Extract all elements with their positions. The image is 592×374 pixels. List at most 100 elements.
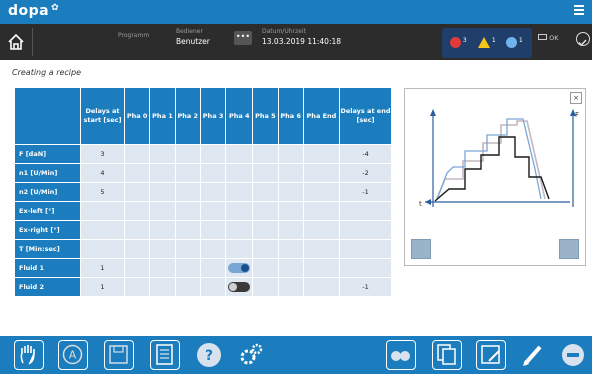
table-cell[interactable] — [174, 258, 201, 278]
zoom-in-icon[interactable] — [559, 239, 579, 259]
alarm-panel[interactable]: 3 1 1 — [442, 28, 532, 58]
table-cell[interactable] — [174, 277, 201, 297]
table-cell[interactable] — [339, 220, 392, 240]
info-alarm[interactable]: 1 — [506, 37, 523, 48]
table-cell[interactable]: -1 — [339, 182, 392, 202]
edit-pen-icon[interactable] — [518, 340, 548, 370]
table-cell[interactable] — [225, 144, 254, 164]
table-cell[interactable] — [225, 220, 254, 240]
table-cell[interactable] — [199, 220, 227, 240]
automatic-icon[interactable]: A — [58, 340, 88, 370]
table-cell[interactable]: -4 — [339, 144, 392, 164]
table-cell[interactable] — [174, 239, 201, 259]
stop-icon[interactable] — [558, 340, 588, 370]
table-cell[interactable] — [302, 182, 341, 202]
table-cell[interactable] — [225, 163, 254, 183]
table-cell[interactable] — [149, 144, 176, 164]
table-cell[interactable] — [174, 182, 201, 202]
error-alarm[interactable]: 3 — [450, 37, 467, 48]
table-cell[interactable] — [123, 220, 151, 240]
table-cell[interactable] — [252, 163, 279, 183]
table-cell[interactable] — [225, 182, 254, 202]
table-cell[interactable] — [302, 220, 341, 240]
table-cell[interactable]: 4 — [80, 163, 125, 183]
table-cell[interactable] — [149, 163, 176, 183]
table-cell[interactable] — [302, 277, 341, 297]
table-cell[interactable] — [123, 201, 151, 221]
table-cell[interactable]: 5 — [80, 182, 125, 202]
operator-more-button[interactable]: ••• — [234, 31, 252, 45]
table-cell[interactable] — [199, 277, 227, 297]
table-cell[interactable] — [123, 239, 151, 259]
save-as-icon[interactable] — [476, 340, 506, 370]
table-cell[interactable] — [252, 201, 279, 221]
table-cell[interactable]: -2 — [339, 163, 392, 183]
table-cell[interactable] — [174, 144, 201, 164]
table-cell[interactable] — [302, 163, 341, 183]
table-cell[interactable] — [174, 163, 201, 183]
zoom-out-icon[interactable] — [411, 239, 431, 259]
table-cell[interactable]: -1 — [339, 277, 392, 297]
help-icon[interactable]: ? — [194, 340, 224, 370]
table-cell[interactable] — [302, 239, 341, 259]
table-cell[interactable] — [277, 182, 304, 202]
table-cell[interactable] — [252, 220, 279, 240]
hamburger-menu-icon[interactable] — [574, 5, 584, 17]
copy-recipe-icon[interactable] — [432, 340, 462, 370]
table-cell[interactable] — [174, 201, 201, 221]
fluid-toggle-on[interactable] — [228, 263, 251, 273]
table-cell[interactable] — [225, 277, 254, 297]
table-cell[interactable] — [225, 258, 254, 278]
table-cell[interactable] — [277, 163, 304, 183]
table-cell[interactable]: 1 — [80, 277, 125, 297]
table-cell[interactable] — [225, 201, 254, 221]
confirm-check-icon[interactable] — [576, 32, 590, 47]
save-disk-icon[interactable] — [104, 340, 134, 370]
home-icon[interactable] — [6, 32, 26, 52]
table-cell[interactable] — [302, 258, 341, 278]
table-cell[interactable] — [80, 220, 125, 240]
table-cell[interactable] — [339, 258, 392, 278]
table-cell[interactable] — [339, 201, 392, 221]
table-cell[interactable] — [252, 144, 279, 164]
table-cell[interactable] — [277, 201, 304, 221]
table-cell[interactable] — [149, 220, 176, 240]
table-cell[interactable] — [339, 239, 392, 259]
table-cell[interactable] — [199, 201, 227, 221]
table-cell[interactable] — [252, 182, 279, 202]
table-cell[interactable] — [277, 144, 304, 164]
table-cell[interactable] — [252, 239, 279, 259]
table-cell[interactable] — [149, 258, 176, 278]
table-cell[interactable] — [252, 277, 279, 297]
table-cell[interactable] — [199, 182, 227, 202]
table-cell[interactable] — [123, 182, 151, 202]
table-cell[interactable] — [149, 201, 176, 221]
table-cell[interactable] — [302, 201, 341, 221]
table-cell[interactable] — [252, 258, 279, 278]
table-cell[interactable] — [225, 239, 254, 259]
table-cell[interactable] — [199, 144, 227, 164]
settings-gears-icon[interactable] — [236, 340, 266, 370]
table-cell[interactable] — [277, 239, 304, 259]
table-cell[interactable]: 1 — [80, 258, 125, 278]
hand-icon[interactable] — [14, 340, 44, 370]
table-cell[interactable] — [80, 201, 125, 221]
operator-mode-icon[interactable] — [386, 340, 416, 370]
table-cell[interactable] — [199, 239, 227, 259]
warning-alarm[interactable]: 1 — [478, 37, 496, 48]
table-cell[interactable] — [149, 182, 176, 202]
table-cell[interactable] — [277, 220, 304, 240]
manual-book-icon[interactable] — [150, 340, 180, 370]
table-cell[interactable] — [277, 277, 304, 297]
table-cell[interactable] — [123, 258, 151, 278]
table-cell[interactable] — [123, 277, 151, 297]
table-cell[interactable] — [277, 258, 304, 278]
table-cell[interactable] — [80, 239, 125, 259]
fluid-toggle-off[interactable] — [228, 282, 251, 292]
table-cell[interactable] — [149, 239, 176, 259]
table-cell[interactable] — [123, 144, 151, 164]
table-cell[interactable]: 3 — [80, 144, 125, 164]
table-cell[interactable] — [149, 277, 176, 297]
table-cell[interactable] — [199, 258, 227, 278]
table-cell[interactable] — [174, 220, 201, 240]
